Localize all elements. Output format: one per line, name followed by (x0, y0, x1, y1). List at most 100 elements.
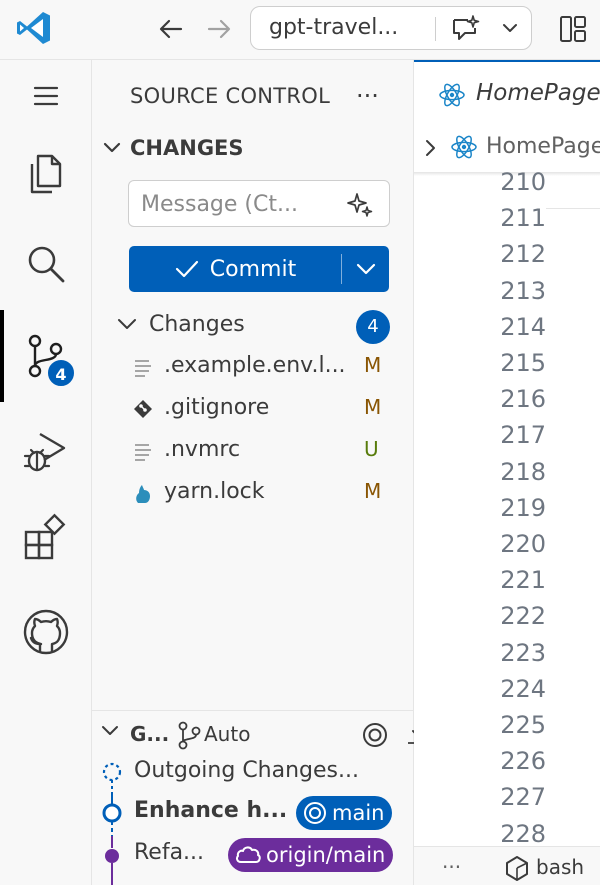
line-number: 222 (500, 602, 546, 631)
active-indicator (0, 310, 4, 402)
line-number: 223 (500, 638, 546, 667)
tab-label: HomePage (476, 80, 600, 106)
file-name: .example.env.l... (164, 353, 346, 378)
line-number: 214 (500, 312, 546, 341)
commit-message-box (128, 180, 390, 227)
line-number: 211 (500, 204, 546, 233)
graph-row-text: Enhance h... (134, 798, 288, 823)
changes-group-row[interactable]: Changes 4 (116, 310, 396, 344)
more-actions-button[interactable]: ··· (356, 82, 379, 110)
activity-bar: 4 (0, 60, 92, 885)
yarn-icon (136, 485, 150, 503)
graph-row-commit[interactable]: Refa... origin/main (100, 836, 414, 885)
graph-row-outgoing[interactable]: Outgoing Changes... (100, 754, 414, 794)
line-number: 216 (500, 385, 546, 414)
auto-branch-toggle[interactable]: Auto (176, 720, 250, 755)
vscode-logo-icon[interactable] (14, 8, 54, 48)
source-control-badge: 4 (46, 358, 76, 388)
check-icon (175, 260, 198, 278)
file-status: M (364, 395, 382, 419)
line-number: 225 (500, 711, 546, 739)
command-center-label: gpt-travel... (269, 15, 399, 40)
commit-button-group: Commit (129, 246, 389, 292)
commit-node-icon (105, 836, 119, 885)
branch-name: main (332, 801, 385, 825)
arrow-left-icon[interactable] (154, 12, 188, 46)
explorer-icon[interactable] (20, 148, 72, 200)
chevron-right-icon (426, 140, 435, 156)
sparkle-icon[interactable] (345, 190, 375, 220)
branch-badge-origin-main: origin/main (228, 838, 394, 872)
file-name: .nvmrc (164, 437, 241, 462)
arrow-right-icon[interactable] (202, 12, 236, 46)
chevron-down-icon (102, 726, 118, 735)
command-center[interactable]: gpt-travel... (250, 6, 532, 50)
divider (92, 710, 414, 711)
copilot-chat-icon[interactable] (449, 13, 481, 45)
line-number: 212 (500, 240, 546, 269)
branch-name: origin/main (266, 843, 386, 867)
source-control-sidebar: SOURCE CONTROL ··· CHANGES Commit (92, 60, 430, 885)
line-number: 226 (500, 747, 546, 776)
changed-file-row[interactable]: .gitignore M (128, 390, 398, 430)
extensions-icon[interactable] (20, 512, 72, 564)
line-number: 227 (500, 783, 546, 812)
breadcrumb[interactable]: HomePage (414, 126, 600, 170)
line-number: 218 (500, 457, 546, 486)
line-number: 224 (500, 674, 546, 703)
search-icon[interactable] (20, 238, 72, 290)
auto-label: Auto (204, 722, 251, 746)
commit-label: Commit (209, 256, 297, 282)
commit-message-input[interactable] (141, 189, 341, 219)
git-file-icon (134, 400, 152, 418)
chevron-down-icon[interactable] (499, 17, 521, 39)
changes-header-label: CHANGES (130, 136, 244, 160)
text-file-icon (135, 444, 151, 461)
changed-file-row[interactable]: .example.env.l... M (128, 348, 398, 388)
chevron-down-icon (103, 142, 121, 153)
line-number: 228 (500, 819, 546, 848)
github-icon[interactable] (20, 606, 72, 658)
branch-icon (178, 721, 201, 750)
graph-row-commit[interactable]: Enhance h... main (100, 794, 414, 836)
changed-file-row[interactable]: .nvmrc U (128, 432, 398, 472)
line-number: 215 (500, 349, 546, 377)
layout-icon[interactable] (556, 12, 590, 46)
react-icon (439, 83, 465, 107)
divider (435, 17, 436, 41)
sidebar-title: SOURCE CONTROL (130, 84, 331, 108)
line-number: 219 (500, 493, 546, 522)
file-name: yarn.lock (164, 479, 265, 504)
panel-bar: ··· bash (414, 846, 600, 885)
commit-button[interactable]: Commit (129, 246, 341, 292)
panel-more-button[interactable]: ··· (442, 855, 461, 879)
target-icon (304, 802, 326, 824)
file-status: U (364, 437, 379, 461)
tab-bar: HomePage (414, 60, 600, 124)
branch-badge-main: main (296, 796, 393, 830)
file-name: .gitignore (164, 395, 270, 420)
tab-homepage[interactable]: HomePage (414, 60, 600, 124)
title-bar: gpt-travel... (0, 0, 600, 60)
chevron-down-icon (356, 263, 375, 275)
breadcrumb-label: HomePage (486, 134, 600, 159)
chevron-down-icon (118, 319, 136, 329)
terminal-label[interactable]: bash (536, 855, 584, 879)
menu-icon[interactable] (20, 70, 72, 122)
file-status: M (364, 353, 382, 377)
changes-count-badge: 4 (356, 310, 390, 344)
commit-node-icon (102, 794, 122, 836)
changes-group-label: Changes (149, 312, 245, 337)
line-number: 217 (500, 421, 546, 450)
editor-area: HomePage HomePage 210 211 212 213 214 215 216 2… (414, 60, 600, 885)
graph-row-text: Refa... (134, 840, 205, 865)
graph-section-header[interactable]: G... Auto (100, 716, 430, 756)
line-number: 221 (500, 566, 546, 595)
target-icon[interactable] (360, 720, 390, 750)
run-debug-icon[interactable] (20, 426, 72, 478)
commit-dropdown-button[interactable] (342, 246, 389, 292)
changed-file-row[interactable]: yarn.lock M (128, 474, 398, 514)
divider (546, 208, 600, 209)
line-number: 220 (500, 530, 546, 558)
changes-section-header[interactable]: CHANGES (102, 136, 244, 160)
